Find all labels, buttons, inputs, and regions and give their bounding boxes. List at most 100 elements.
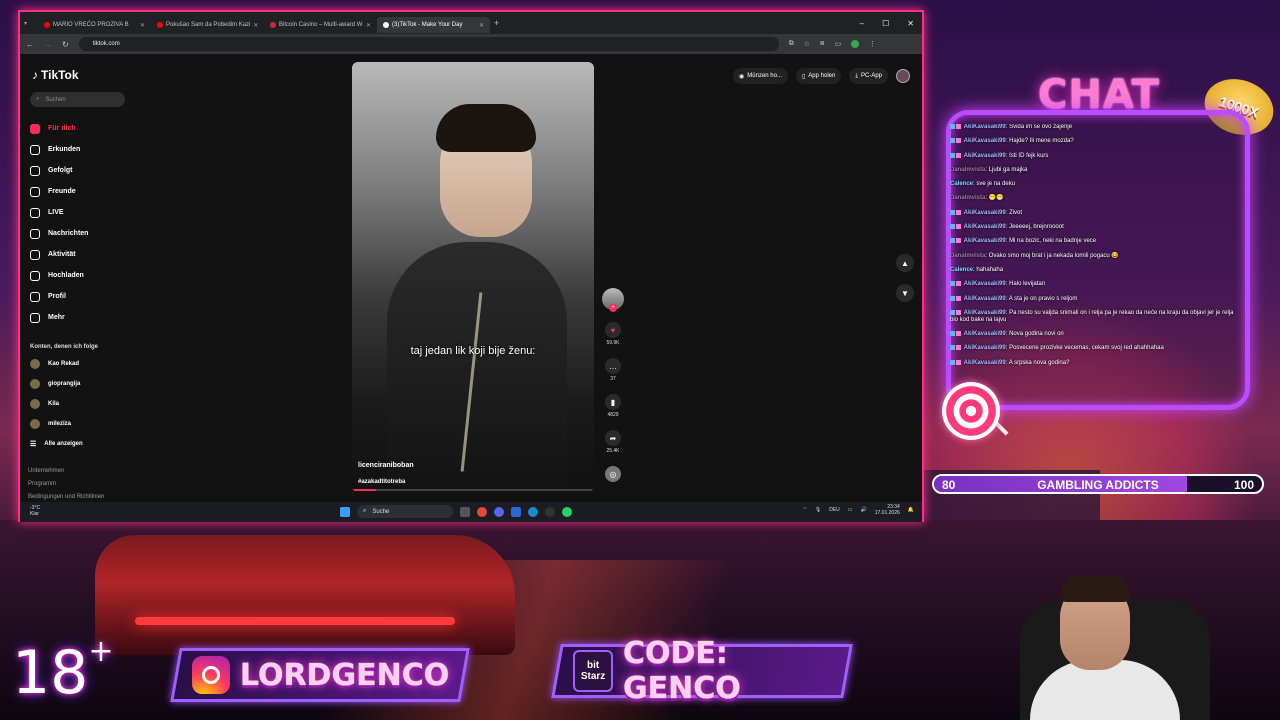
language-indicator[interactable]: DEU: [829, 507, 840, 513]
volume-icon[interactable]: 🔊: [861, 507, 867, 513]
follow-plus-icon[interactable]: +: [609, 304, 617, 312]
comment-action[interactable]: … 37: [605, 358, 621, 382]
chat-text: 😁😁: [988, 195, 1004, 202]
taskbar-search[interactable]: ⌕ Suche: [357, 505, 453, 518]
task-view-icon[interactable]: [460, 506, 470, 517]
profile-avatar[interactable]: [851, 40, 860, 48]
footer-link[interactable]: Bedingungen und Richtlinien: [28, 494, 104, 500]
get-app-button[interactable]: ▯ App holen: [795, 68, 842, 84]
reload-icon[interactable]: ↻: [62, 40, 69, 49]
sidebar-item[interactable]: Hochladen: [30, 265, 160, 286]
bookmark-star-icon[interactable]: ☆: [804, 40, 810, 48]
footer-link[interactable]: Programm: [28, 481, 56, 487]
chat-text: Ljubi ga majka: [988, 166, 1028, 173]
taskbar-apps: ⌕ Suche: [340, 505, 572, 518]
creator-avatar[interactable]: +: [602, 288, 624, 312]
logo-text: TikTok: [41, 68, 79, 82]
browser-tab[interactable]: Bitcoin Casino – Multi-award W ✕: [264, 17, 377, 33]
sidebar-item[interactable]: Mehr: [30, 307, 160, 328]
sidebar-item[interactable]: Gefolgt: [30, 160, 160, 181]
sidebar-item[interactable]: Freunde: [30, 181, 160, 202]
bitstarz-logo: bit Starz: [573, 650, 614, 692]
network-icon[interactable]: ▭: [848, 507, 853, 513]
install-icon[interactable]: ⧉: [789, 40, 794, 48]
close-tab-icon[interactable]: ✕: [253, 22, 258, 29]
following-account[interactable]: gioprangija: [30, 374, 150, 394]
sidebar-item[interactable]: Nachrichten: [30, 223, 160, 244]
chat-username: AkiKavasaki99: [963, 152, 1006, 159]
video-hashtag[interactable]: #azakadtitotreba: [358, 479, 405, 485]
edge-icon[interactable]: [528, 506, 538, 517]
app-icon[interactable]: [511, 506, 521, 517]
show-all-following[interactable]: ☰ Alle anzeigen: [30, 434, 150, 454]
mic-icon[interactable]: 🎙: [815, 507, 821, 513]
video-username[interactable]: licenciraniboban: [358, 462, 414, 469]
video-navigation: ▲ ▼: [896, 254, 914, 302]
next-video-chevron-down-icon[interactable]: ▼: [896, 284, 914, 302]
minimize-button[interactable]: –: [860, 19, 864, 28]
share-action[interactable]: ➦ 25.4K: [605, 430, 621, 454]
sidebar-item[interactable]: Für dich: [30, 118, 160, 139]
start-windows-icon[interactable]: [340, 506, 350, 517]
nav-icon: [30, 270, 40, 281]
following-account[interactable]: mileziza: [30, 414, 150, 434]
browser-tab[interactable]: MARIO VREĆO PROZIVA B ✕: [38, 17, 151, 33]
previous-video-chevron-up-icon[interactable]: ▲: [896, 254, 914, 272]
chat-username: AkiKavasaki99: [963, 238, 1006, 245]
extensions-icon[interactable]: ⧈: [820, 40, 824, 48]
user-avatar[interactable]: [896, 69, 910, 83]
notification-icon[interactable]: 🔔: [908, 507, 914, 513]
weather-widget[interactable]: -3°C Klar: [30, 505, 40, 517]
music-disc-icon: ◎: [605, 466, 621, 482]
music-disc[interactable]: ◎: [605, 466, 621, 482]
search-input[interactable]: ⌕ Suchen: [30, 92, 125, 107]
captured-screen: ▾ MARIO VREĆO PROZIVA B ✕ Pokušao Sam da P…: [18, 10, 924, 522]
following-account[interactable]: Kila: [30, 394, 150, 414]
sub-badge-icon: [956, 124, 961, 129]
pc-app-button[interactable]: ⤓ PC-App: [849, 68, 888, 84]
nav-icon: [30, 144, 40, 155]
back-icon[interactable]: ←: [26, 40, 34, 49]
forward-icon[interactable]: →: [44, 40, 52, 49]
goal-bar: 80 GAMBLING ADDICTS 100: [932, 474, 1264, 494]
discord-icon[interactable]: [494, 506, 504, 517]
nav-label: Mehr: [48, 314, 65, 321]
browser-tab[interactable]: (3)TikTok - Make Your Day ✕: [377, 17, 490, 33]
clock[interactable]: 23:34 17.01.2026: [875, 504, 900, 516]
like-action[interactable]: ♥ 59.9K: [605, 322, 621, 346]
menu-icon[interactable]: ⋮: [869, 40, 876, 48]
coins-button[interactable]: ◉ Münzen ho...: [733, 68, 788, 84]
nav-label: Gefolgt: [48, 167, 73, 174]
browser-tab[interactable]: Pokušao Sam da Pobedim Kazi ✕: [151, 17, 264, 33]
close-tab-icon[interactable]: ✕: [140, 22, 145, 29]
sidebar-item[interactable]: Erkunden: [30, 139, 160, 160]
obs-icon[interactable]: [545, 506, 555, 517]
sidebar-item[interactable]: Profil: [30, 286, 160, 307]
close-tab-icon[interactable]: ✕: [366, 22, 371, 29]
save-action[interactable]: ▮ 4829: [605, 394, 621, 418]
tiktok-logo[interactable]: ♪ TikTok: [32, 68, 79, 82]
sub-badge-icon: [956, 359, 961, 365]
tab-title: Pokušao Sam da Pobedim Kazi: [166, 22, 251, 28]
promo-code-banner: bit Starz CODE: GENCO: [551, 636, 853, 706]
new-tab-button[interactable]: +: [494, 18, 499, 28]
following-account[interactable]: Kao Rekad: [30, 354, 150, 374]
red-car: [95, 535, 515, 655]
nav-icon: [30, 123, 40, 134]
whatsapp-icon[interactable]: [562, 506, 572, 517]
sidebar-item[interactable]: Aktivität: [30, 244, 160, 265]
footer-link[interactable]: Unternehmen: [28, 468, 64, 474]
video-player[interactable]: taj jedan lik koji bije ženu: licenciran…: [352, 62, 594, 492]
sidebar-item[interactable]: LIVE: [30, 202, 160, 223]
maximize-button[interactable]: ☐: [882, 19, 889, 28]
video-progress-bar[interactable]: [352, 489, 594, 491]
tab-search-icon[interactable]: ▾: [24, 20, 38, 27]
url-field[interactable]: tiktok.com: [78, 37, 779, 51]
close-window-button[interactable]: ✕: [907, 19, 914, 28]
split-icon[interactable]: ▭: [834, 40, 841, 48]
chat-username: AkiKavasaki99: [963, 224, 1006, 231]
chat-username: AkiKavasaki99: [963, 209, 1006, 216]
close-tab-icon[interactable]: ✕: [479, 22, 484, 29]
tray-chevron-icon[interactable]: ⌃: [803, 507, 807, 513]
chrome-icon[interactable]: [477, 506, 487, 517]
